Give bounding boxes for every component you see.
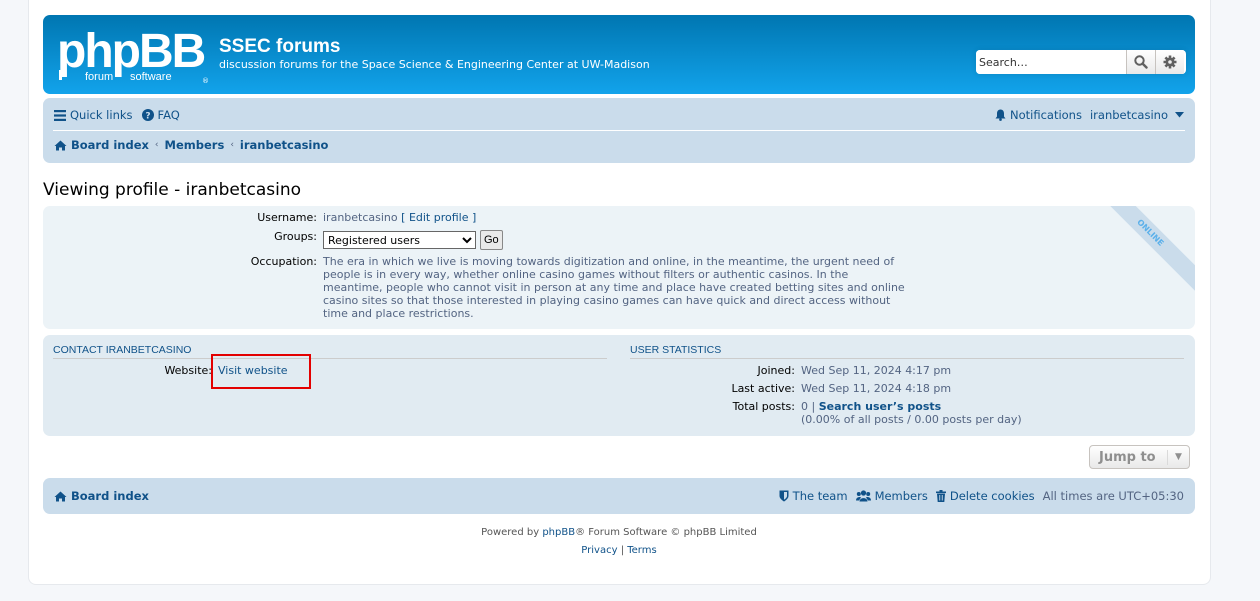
delete-cookies-label: Delete cookies — [949, 489, 1035, 503]
logo-sub-right: software — [130, 71, 172, 83]
jump-to-dropdown[interactable]: Jump to ▼ — [1089, 445, 1190, 469]
delete-cookies-link[interactable]: Delete cookies — [935, 489, 1035, 503]
registered-mark: ® — [202, 77, 209, 85]
breadcrumb-board-index[interactable]: Board index — [54, 138, 149, 152]
search-box — [976, 50, 1186, 74]
breadcrumb-user[interactable]: iranbetcasino — [240, 138, 329, 152]
footer-navbar: Board index The team Members Delete cook… — [43, 478, 1195, 514]
footer-board-index-link[interactable]: Board index — [54, 489, 149, 503]
breadcrumb-label: Board index — [71, 138, 149, 152]
last-active-label: Last active: — [731, 382, 795, 395]
caret-down-icon — [1175, 112, 1184, 118]
navbar-divider — [53, 130, 1185, 131]
jump-to-label: Jump to — [1099, 449, 1156, 465]
timezone-text: All times are UTC+05:30 — [1042, 489, 1184, 503]
search-user-posts-link[interactable]: Search user’s posts — [819, 400, 941, 413]
bell-icon — [995, 109, 1006, 121]
terms-link[interactable]: Terms — [627, 545, 656, 556]
last-active-value: Wed Sep 11, 2024 4:18 pm — [801, 382, 952, 395]
faq-label: FAQ — [157, 108, 180, 122]
home-icon — [54, 491, 67, 501]
site-description: discussion forums for the Space Science … — [219, 58, 650, 71]
page-title: Viewing profile - iranbetcasino — [43, 180, 302, 200]
logo-sub-left: forum — [85, 71, 113, 83]
trash-icon — [935, 490, 946, 502]
quick-links-label: Quick links — [70, 108, 133, 122]
legal-links: Privacy | Terms — [0, 545, 1238, 556]
advanced-search-button[interactable] — [1155, 50, 1184, 74]
phpbb-logo[interactable]: phpBB forum software ® — [57, 27, 212, 85]
joined-value: Wed Sep 11, 2024 4:17 pm — [801, 364, 952, 377]
breadcrumb-members[interactable]: Members — [165, 138, 225, 152]
statistics-heading: USER STATISTICS — [630, 344, 1184, 359]
total-posts-label: Total posts: — [732, 400, 795, 413]
notifications-link[interactable]: Notifications — [995, 108, 1082, 122]
website-label: Website: — [164, 364, 212, 377]
groups-go-button[interactable]: Go — [480, 230, 503, 250]
notifications-label: Notifications — [1009, 108, 1082, 122]
profile-panel: ONLINE Username: iranbetcasino [ Edit pr… — [43, 206, 1195, 329]
breadcrumb-separator-icon: ‹ — [230, 140, 234, 150]
users-icon — [855, 490, 871, 502]
privacy-link[interactable]: Privacy — [581, 545, 617, 556]
posts-detail: (0.00% of all posts / 0.00 posts per day… — [801, 413, 1022, 426]
the-team-label: The team — [792, 489, 848, 503]
user-menu-label: iranbetcasino — [1089, 108, 1168, 122]
legal-separator: | — [620, 545, 625, 556]
groups-select[interactable]: Registered users — [323, 231, 476, 249]
footer-board-index-label: Board index — [71, 489, 149, 503]
faq-link[interactable]: ? FAQ — [141, 108, 180, 122]
breadcrumb: Board index ‹ Members ‹ iranbetcasino — [54, 138, 328, 152]
navbar: Quick links ? FAQ Notifications iranbetc… — [43, 98, 1195, 163]
home-icon — [54, 140, 67, 150]
copyright-line: Powered by phpBB® Forum Software © phpBB… — [0, 527, 1238, 538]
groups-label: Groups: — [274, 230, 317, 243]
search-input[interactable] — [976, 50, 1126, 74]
hamburger-icon — [54, 109, 66, 121]
highlight-box — [211, 354, 311, 389]
header-bar: phpBB forum software ® SSEC forums discu… — [43, 15, 1195, 94]
joined-label: Joined: — [757, 364, 795, 377]
powered-by-suffix: ® Forum Software © phpBB Limited — [575, 527, 757, 538]
username-label: Username: — [257, 211, 317, 224]
online-status-ribbon: ONLINE — [1090, 206, 1195, 293]
members-link[interactable]: Members — [855, 489, 928, 503]
shield-icon — [779, 490, 789, 502]
edit-profile-link[interactable]: Edit profile — [409, 211, 469, 224]
search-button[interactable] — [1126, 50, 1155, 74]
members-label: Members — [874, 489, 928, 503]
occupation-label: Occupation: — [250, 255, 317, 268]
caret-down-icon: ▼ — [1167, 449, 1189, 465]
phpbb-link[interactable]: phpBB — [542, 527, 575, 538]
svg-text:?: ? — [145, 112, 150, 122]
user-menu[interactable]: iranbetcasino — [1090, 108, 1184, 122]
powered-by-prefix: Powered by — [481, 527, 543, 538]
breadcrumb-separator-icon: ‹ — [154, 140, 159, 150]
occupation-value: The era in which we live is moving towar… — [323, 255, 905, 320]
quick-links-menu[interactable]: Quick links — [54, 108, 133, 122]
total-posts-value: 0 — [801, 400, 808, 413]
username-value: iranbetcasino — [323, 211, 398, 224]
search-icon — [1134, 55, 1148, 69]
contact-heading: CONTACT IRANBETCASINO — [53, 344, 607, 359]
the-team-link[interactable]: The team — [779, 489, 848, 503]
gear-icon — [1163, 55, 1177, 69]
question-circle-icon: ? — [141, 109, 154, 122]
site-title[interactable]: SSEC forums — [219, 36, 340, 58]
